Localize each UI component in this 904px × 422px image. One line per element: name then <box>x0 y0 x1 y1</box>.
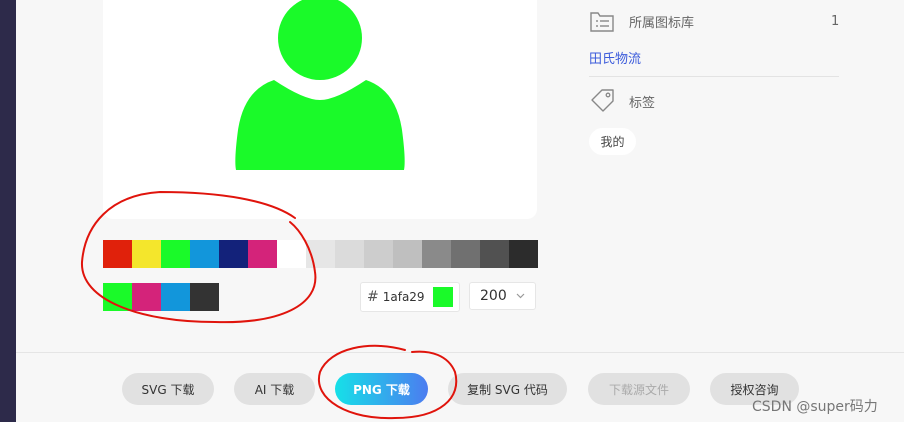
library-name-link[interactable]: 田氏物流 <box>589 48 641 67</box>
size-value: 200 <box>480 288 507 304</box>
color-swatch[interactable] <box>161 240 190 268</box>
color-swatch[interactable] <box>132 240 161 268</box>
library-row: 所属图标库 <box>589 9 694 33</box>
color-swatch[interactable] <box>190 240 219 268</box>
download-source-button[interactable]: 下载源文件 <box>588 373 690 405</box>
svg-download-button[interactable]: SVG 下载 <box>122 373 214 405</box>
hex-color-input[interactable]: # 1afa29 <box>360 282 460 312</box>
library-label: 所属图标库 <box>629 15 695 31</box>
chevron-down-icon <box>516 293 525 299</box>
png-download-button[interactable]: PNG 下载 <box>335 373 428 405</box>
action-bar-divider <box>16 352 904 353</box>
tags-row: 标签 <box>589 89 655 113</box>
color-palette <box>103 240 538 268</box>
meta-divider <box>589 76 839 77</box>
size-select[interactable]: 200 <box>469 282 536 310</box>
tag-pill[interactable]: 我的 <box>589 128 636 155</box>
color-swatch[interactable] <box>509 240 538 268</box>
user-icon <box>235 0 405 170</box>
left-rail <box>0 0 16 422</box>
recent-color-swatch[interactable] <box>103 283 132 311</box>
ai-download-button[interactable]: AI 下载 <box>234 373 315 405</box>
recent-colors <box>103 283 219 311</box>
library-count: 1 <box>831 14 840 29</box>
color-swatch[interactable] <box>364 240 393 268</box>
color-swatch[interactable] <box>219 240 248 268</box>
color-swatch[interactable] <box>306 240 335 268</box>
color-swatch[interactable] <box>103 240 132 268</box>
tag-icon <box>591 89 614 112</box>
hash-symbol: # <box>367 289 379 305</box>
color-swatch[interactable] <box>277 240 306 268</box>
watermark: CSDN @super码力 <box>752 399 878 415</box>
color-preview-chip[interactable] <box>433 287 453 307</box>
color-swatch[interactable] <box>248 240 277 268</box>
color-swatch[interactable] <box>480 240 509 268</box>
color-swatch[interactable] <box>422 240 451 268</box>
hex-value[interactable]: 1afa29 <box>383 290 433 304</box>
color-swatch[interactable] <box>335 240 364 268</box>
color-swatch[interactable] <box>451 240 480 268</box>
library-list-icon <box>590 12 614 32</box>
copy-svg-code-button[interactable]: 复制 SVG 代码 <box>448 373 567 405</box>
tags-label: 标签 <box>629 95 656 111</box>
recent-color-swatch[interactable] <box>190 283 219 311</box>
recent-color-swatch[interactable] <box>132 283 161 311</box>
recent-color-swatch[interactable] <box>161 283 190 311</box>
color-swatch[interactable] <box>393 240 422 268</box>
